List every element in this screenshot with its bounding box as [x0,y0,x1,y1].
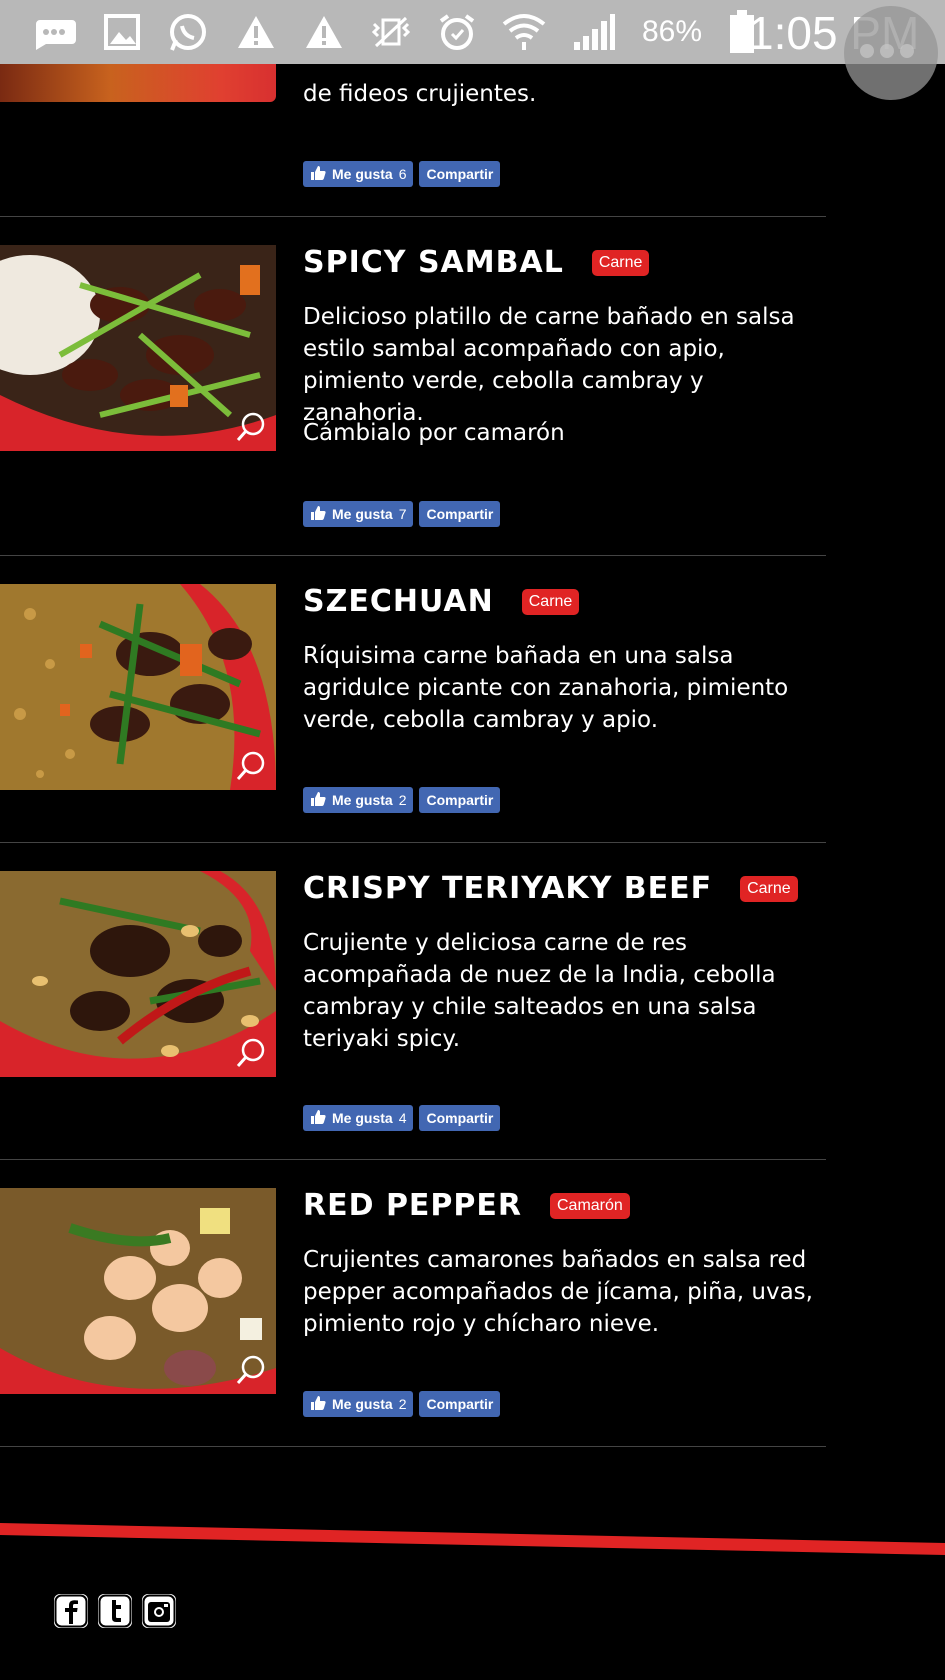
divider [0,1446,826,1447]
divider [0,216,826,217]
instagram-icon[interactable] [142,1594,176,1628]
share-button[interactable]: Compartir [419,1105,501,1131]
divider [0,842,826,843]
whatsapp-icon [168,12,208,52]
alarm-icon [438,13,476,51]
warning-icon [236,14,276,50]
like-count: 4 [398,1110,407,1126]
twitter-icon[interactable] [98,1594,132,1628]
like-count: 6 [398,166,407,182]
dish-title: RED PEPPER [303,1188,522,1223]
like-button[interactable]: Me gusta 6 [303,161,414,187]
dish-image[interactable] [0,871,276,1077]
thumbs-up-icon [310,1395,326,1414]
floating-assist-dots [860,44,914,58]
dish-image[interactable] [0,245,276,451]
message-icon [32,14,76,50]
status-bar: 86% 1:05 PM [0,0,945,64]
category-badge: Carne [591,249,650,276]
category-badge: Camarón [550,1192,630,1219]
social-buttons: Me gusta 6 Compartir [303,161,501,187]
share-button[interactable]: Compartir [419,501,501,527]
share-button[interactable]: Compartir [419,787,501,813]
share-button[interactable]: Compartir [419,1391,501,1417]
like-button[interactable]: Me gusta 2 [303,1391,414,1417]
dish-title: SPICY SAMBAL [303,245,564,280]
like-count: 2 [398,792,407,808]
vibrate-mute-icon [370,14,412,50]
battery-percent: 86% [642,15,703,48]
signal-icon [572,12,616,52]
dish-extra-note: Cámbialo por camarón [303,420,565,446]
dish-description: Crujiente y deliciosa carne de res acomp… [303,930,776,1052]
dish-title: SZECHUAN [303,584,494,619]
like-label: Me gusta [332,506,393,522]
like-count: 7 [398,506,407,522]
like-label: Me gusta [332,1396,393,1412]
facebook-icon[interactable] [54,1594,88,1628]
zoom-icon[interactable] [236,1354,268,1386]
gallery-icon [104,14,140,50]
divider [0,1159,826,1160]
social-links [54,1594,176,1628]
thumbs-up-icon [310,505,326,524]
like-button[interactable]: Me gusta 7 [303,501,414,527]
thumbs-up-icon [310,165,326,184]
thumbs-up-icon [310,1109,326,1128]
wifi-icon [502,12,546,52]
thumbs-up-icon [310,791,326,810]
category-badge: Carne [521,588,580,615]
dish-description: Ríquisima carne bañada en una salsa agri… [303,643,789,733]
dish-title: CRISPY TERIYAKY BEEF [303,871,713,906]
dish-image[interactable] [0,584,276,790]
like-label: Me gusta [332,1110,393,1126]
warning-icon [304,14,344,50]
zoom-icon[interactable] [236,411,268,443]
dish-image[interactable] [0,1188,276,1394]
zoom-icon[interactable] [236,750,268,782]
zoom-icon[interactable] [236,1037,268,1069]
like-label: Me gusta [332,166,393,182]
like-label: Me gusta [332,792,393,808]
like-button[interactable]: Me gusta 4 [303,1105,414,1131]
dish-image-partial[interactable] [0,60,276,102]
like-button[interactable]: Me gusta 2 [303,787,414,813]
dish-description: Crujientes camarones bañados en salsa re… [303,1247,813,1337]
divider [0,555,826,556]
footer-red-stripe [0,1523,945,1555]
share-button[interactable]: Compartir [419,161,501,187]
dish-description: Delicioso platillo de carne bañado en sa… [303,304,795,426]
dish-description-partial: de fideos crujientes. [303,81,537,107]
category-badge: Carne [740,875,798,902]
like-count: 2 [398,1396,407,1412]
